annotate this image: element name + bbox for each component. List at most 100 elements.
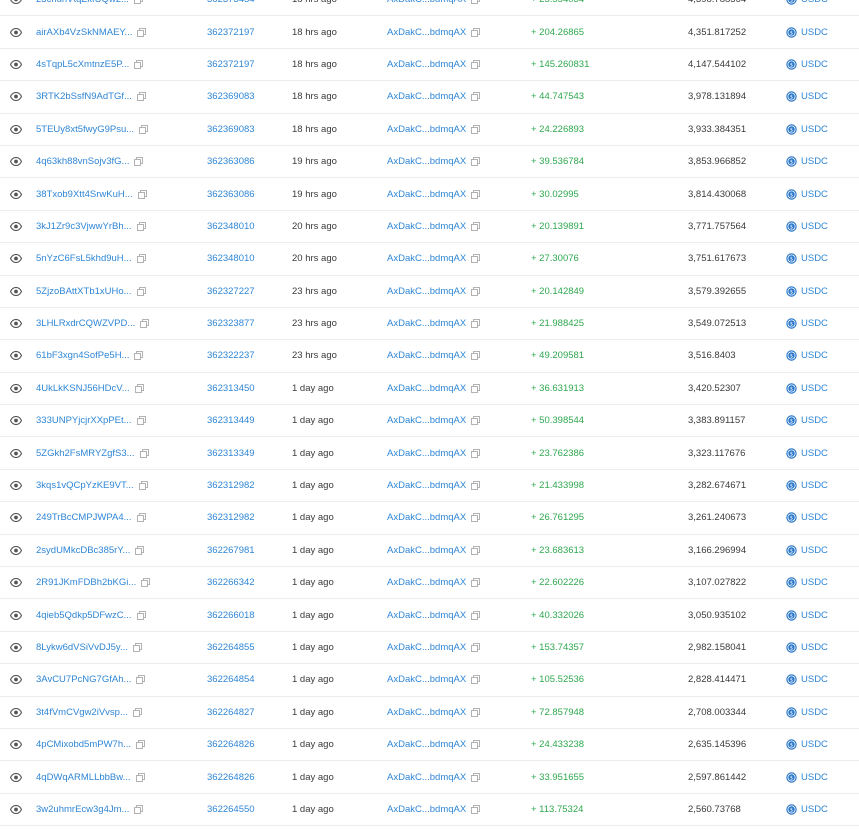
block-link[interactable]: 362373454: [207, 0, 255, 5]
view-details-button[interactable]: [8, 146, 24, 177]
copy-icon[interactable]: [134, 805, 144, 814]
token-link[interactable]: USDC: [801, 610, 828, 621]
eye-icon[interactable]: [10, 189, 22, 199]
token-link[interactable]: USDC: [801, 577, 828, 588]
token-link[interactable]: USDC: [801, 27, 828, 38]
from-address-link[interactable]: AxDakC...bdmqAX: [387, 772, 466, 783]
block-link[interactable]: 362313450: [207, 383, 255, 394]
signature-link[interactable]: 23chuhVtqZkfUQw2...: [36, 0, 129, 5]
block-link[interactable]: 362369083: [207, 91, 255, 102]
from-address-link[interactable]: AxDakC...bdmqAX: [387, 253, 466, 264]
from-address-link[interactable]: AxDakC...bdmqAX: [387, 415, 466, 426]
from-address-link[interactable]: AxDakC...bdmqAX: [387, 804, 466, 815]
from-address-link[interactable]: AxDakC...bdmqAX: [387, 286, 466, 297]
eye-icon[interactable]: [10, 27, 22, 37]
view-details-button[interactable]: [8, 16, 24, 47]
from-address-link[interactable]: AxDakC...bdmqAX: [387, 480, 466, 491]
block-link[interactable]: 362264855: [207, 642, 255, 653]
from-address-link[interactable]: AxDakC...bdmqAX: [387, 124, 466, 135]
copy-icon[interactable]: [136, 740, 145, 750]
copy-icon[interactable]: [471, 27, 481, 37]
copy-icon[interactable]: [136, 254, 146, 264]
eye-icon[interactable]: [10, 383, 22, 393]
token-link[interactable]: USDC: [801, 221, 828, 232]
copy-icon[interactable]: [471, 319, 481, 329]
from-address-link[interactable]: AxDakC...bdmqAX: [387, 642, 466, 653]
view-details-button[interactable]: [8, 697, 24, 728]
eye-icon[interactable]: [10, 124, 22, 134]
block-link[interactable]: 362264827: [207, 707, 255, 718]
copy-icon[interactable]: [471, 0, 481, 5]
signature-link[interactable]: 5nYzC6FsL5khd9uH...: [36, 253, 132, 264]
copy-icon[interactable]: [471, 772, 481, 782]
view-details-button[interactable]: [8, 470, 24, 501]
view-details-button[interactable]: [8, 632, 24, 663]
from-address-link[interactable]: AxDakC...bdmqAX: [387, 350, 466, 361]
token-link[interactable]: USDC: [801, 318, 828, 329]
signature-link[interactable]: 3RTK2bSsfN9AdTGf...: [36, 91, 132, 102]
token-link[interactable]: USDC: [801, 642, 828, 653]
copy-icon[interactable]: [136, 513, 146, 523]
token-link[interactable]: USDC: [801, 0, 828, 5]
copy-icon[interactable]: [471, 513, 481, 523]
view-details-button[interactable]: [8, 664, 24, 695]
block-link[interactable]: 362264826: [207, 739, 255, 750]
copy-icon[interactable]: [132, 707, 142, 717]
copy-icon[interactable]: [471, 545, 481, 555]
view-details-button[interactable]: [8, 599, 24, 630]
signature-link[interactable]: 3kJ1Zr9c3VjwwYrBh...: [36, 221, 132, 232]
copy-icon[interactable]: [136, 92, 146, 102]
block-link[interactable]: 362266018: [207, 610, 255, 621]
copy-icon[interactable]: [471, 383, 481, 393]
block-link[interactable]: 362267981: [207, 545, 255, 556]
eye-icon[interactable]: [10, 643, 22, 652]
eye-icon[interactable]: [10, 92, 22, 102]
view-details-button[interactable]: [8, 405, 24, 436]
copy-icon[interactable]: [132, 643, 142, 652]
from-address-link[interactable]: AxDakC...bdmqAX: [387, 318, 466, 329]
block-link[interactable]: 362323877: [207, 318, 255, 329]
from-address-link[interactable]: AxDakC...bdmqAX: [387, 707, 466, 718]
block-link[interactable]: 362322237: [207, 350, 255, 361]
token-link[interactable]: USDC: [801, 253, 828, 264]
block-link[interactable]: 362266342: [207, 577, 255, 588]
copy-icon[interactable]: [471, 481, 481, 490]
signature-link[interactable]: 3w2uhmrEcw3g4Jm...: [36, 804, 129, 815]
token-link[interactable]: USDC: [801, 674, 828, 685]
token-link[interactable]: USDC: [801, 448, 828, 459]
copy-icon[interactable]: [136, 675, 146, 685]
signature-link[interactable]: 5TEUy8xt5fwyG9Psu...: [36, 124, 134, 135]
block-link[interactable]: 362369083: [207, 124, 255, 135]
from-address-link[interactable]: AxDakC...bdmqAX: [387, 512, 466, 523]
copy-icon[interactable]: [471, 286, 481, 296]
view-details-button[interactable]: [8, 437, 24, 468]
token-link[interactable]: USDC: [801, 156, 828, 167]
block-link[interactable]: 362312982: [207, 480, 255, 491]
block-link[interactable]: 362372197: [207, 59, 255, 70]
view-details-button[interactable]: [8, 211, 24, 242]
signature-link[interactable]: 4sTqpL5cXmtnzE5P...: [36, 59, 129, 70]
view-details-button[interactable]: [8, 373, 24, 404]
from-address-link[interactable]: AxDakC...bdmqAX: [387, 577, 466, 588]
eye-icon[interactable]: [10, 416, 22, 426]
copy-icon[interactable]: [137, 189, 147, 199]
signature-link[interactable]: 61bF3xgn4SofPe5H...: [36, 350, 129, 361]
token-link[interactable]: USDC: [801, 59, 828, 70]
from-address-link[interactable]: AxDakC...bdmqAX: [387, 221, 466, 232]
copy-icon[interactable]: [139, 124, 149, 134]
signature-link[interactable]: 249TrBcCMPJWPA4...: [36, 512, 132, 523]
from-address-link[interactable]: AxDakC...bdmqAX: [387, 91, 466, 102]
signature-link[interactable]: 4qDWqARMLLbbBw...: [36, 772, 131, 783]
view-details-button[interactable]: [8, 114, 24, 145]
block-link[interactable]: 362327227: [207, 286, 255, 297]
copy-icon[interactable]: [136, 416, 146, 426]
eye-icon[interactable]: [10, 707, 22, 717]
copy-icon[interactable]: [134, 157, 144, 167]
view-details-button[interactable]: [8, 535, 24, 566]
copy-icon[interactable]: [138, 481, 148, 490]
token-link[interactable]: USDC: [801, 383, 828, 394]
view-details-button[interactable]: [8, 243, 24, 274]
token-link[interactable]: USDC: [801, 286, 828, 297]
block-link[interactable]: 362348010: [207, 221, 255, 232]
eye-icon[interactable]: [10, 221, 22, 231]
